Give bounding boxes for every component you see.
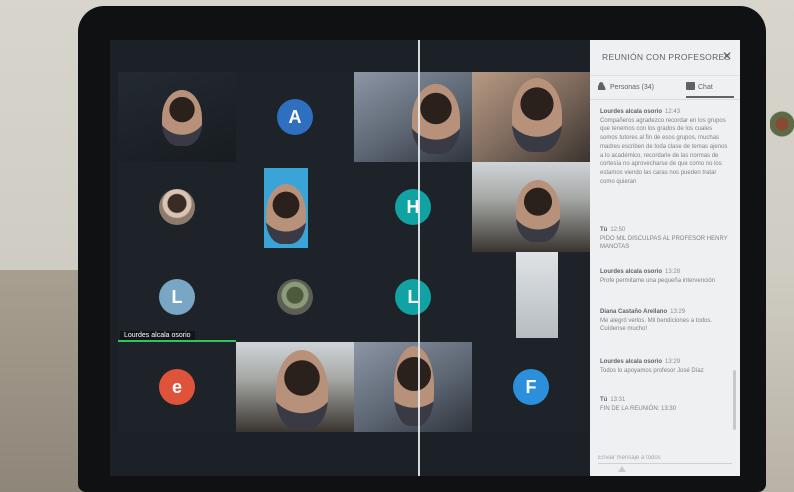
video-tile-camera[interactable] <box>472 72 590 162</box>
participant-video <box>276 350 328 430</box>
video-tile-camera[interactable] <box>354 342 472 432</box>
participant-video <box>162 90 202 146</box>
avatar-letter: e <box>159 369 195 405</box>
message-time: 13:29 <box>665 359 681 365</box>
message-time: 13:29 <box>670 309 686 315</box>
participant-video <box>516 252 558 338</box>
video-tile-avatar[interactable]: e <box>118 342 236 432</box>
avatar-letter: H <box>395 189 431 225</box>
participant-video <box>394 346 434 426</box>
avatar-letter: A <box>277 99 313 135</box>
video-tile-avatar-active[interactable]: L Lourdes alcala osorio <box>118 252 236 342</box>
chat-message: Diana Castaño Arellano 13:29 Me alegró ve… <box>600 308 730 334</box>
meeting-title: REUNIÓN CON PROFESORES <box>602 52 731 62</box>
chat-message: Lourdes alcala osorio 13:28 Profe permita… <box>600 268 730 285</box>
tab-people-label: Personas (34) <box>610 84 654 91</box>
meeting-side-panel: REUNIÓN CON PROFESORES ✕ Personas (34) C… <box>590 40 740 476</box>
message-sender: Lourdes alcala osorio <box>600 109 663 115</box>
message-time: 13:28 <box>665 269 681 275</box>
message-text: FIN DE LA REUNIÓN: 13:30 <box>600 405 677 412</box>
message-sender: Lourdes alcala osorio <box>600 269 663 275</box>
avatar-letter: L <box>395 279 431 315</box>
video-grid: A H L Lourdes alcala osorio L e F <box>118 72 590 432</box>
participant-video <box>512 78 562 152</box>
message-sender: Tú <box>600 397 608 403</box>
video-tile-avatar[interactable]: H <box>354 162 472 252</box>
video-tile-camera[interactable] <box>236 342 354 432</box>
video-tile-photo[interactable] <box>118 162 236 252</box>
video-tile-avatar[interactable]: L <box>354 252 472 342</box>
video-tile-camera[interactable] <box>472 252 590 342</box>
tab-chat[interactable]: Chat <box>686 80 734 98</box>
tab-chat-label: Chat <box>698 84 713 91</box>
video-tile-camera[interactable] <box>354 72 472 162</box>
close-panel-button[interactable]: ✕ <box>720 49 734 63</box>
video-tile-photo[interactable] <box>236 252 354 342</box>
chat-messages: Lourdes alcala osorio 12:43 Compañeros ag… <box>600 108 730 444</box>
message-text: Me alegró verlos. Mil bendiciones a todo… <box>600 317 713 333</box>
panel-header: REUNIÓN CON PROFESORES ✕ <box>590 40 740 76</box>
message-sender: Diana Castaño Arellano <box>600 309 668 315</box>
plant-decoration <box>770 100 794 160</box>
chat-compose <box>598 446 732 466</box>
message-text: PIDO MIL DISCULPAS AL PROFESOR HENRY MAN… <box>600 235 728 251</box>
video-tile-camera[interactable] <box>472 162 590 252</box>
chat-icon <box>686 82 695 90</box>
message-time: 12:50 <box>610 227 626 233</box>
video-tile-camera[interactable] <box>236 162 354 252</box>
participant-video <box>266 184 306 244</box>
avatar-photo <box>159 189 195 225</box>
screen-glare-line <box>418 40 420 476</box>
message-text: Compañeros agradezco recordar en los gru… <box>600 117 728 185</box>
panel-tabs: Personas (34) Chat <box>590 76 740 100</box>
send-icon[interactable] <box>618 466 626 472</box>
avatar-letter: L <box>159 279 195 315</box>
chat-message: Lourdes alcala osorio 13:29 Todos lo apoy… <box>600 358 730 375</box>
chat-scrollbar[interactable] <box>733 370 736 430</box>
message-sender: Lourdes alcala osorio <box>600 359 663 365</box>
message-sender: Tú <box>600 227 608 233</box>
chat-message: Tú 13:31 FIN DE LA REUNIÓN: 13:30 <box>600 396 730 413</box>
chat-message-input[interactable] <box>598 450 732 466</box>
message-text: Todos lo apoyamos profesor José Díaz <box>600 367 704 374</box>
chat-message: Lourdes alcala osorio 12:43 Compañeros ag… <box>600 108 730 186</box>
avatar-photo <box>277 279 313 315</box>
chat-message: Tú 12:50 PIDO MIL DISCULPAS AL PROFESOR H… <box>600 226 730 252</box>
active-speaker-name: Lourdes alcala osorio <box>120 331 195 340</box>
tab-people[interactable]: Personas (34) <box>598 80 654 98</box>
video-tile-avatar[interactable]: A <box>236 72 354 162</box>
video-tile-avatar[interactable]: F <box>472 342 590 432</box>
people-icon <box>598 82 607 90</box>
message-time: 13:31 <box>610 397 626 403</box>
message-text: Profe permitame una pequeña intervención <box>600 277 716 284</box>
meeting-screen: A H L Lourdes alcala osorio L e F REUNIÓ… <box>110 40 740 476</box>
message-time: 12:43 <box>665 109 681 115</box>
video-tile-camera[interactable] <box>118 72 236 162</box>
avatar-letter: F <box>513 369 549 405</box>
participant-video <box>516 180 560 242</box>
